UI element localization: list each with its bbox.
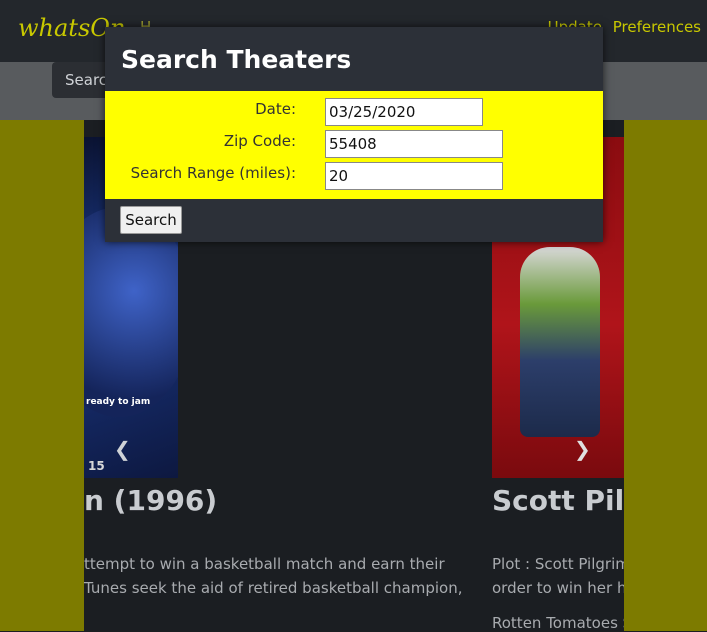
date-label: Date:	[255, 100, 296, 118]
movie-title-left: n (1996)	[84, 484, 218, 517]
left-side-panel	[0, 120, 84, 631]
movie-plot-right: Plot : Scott Pilgrim order to win her he	[492, 552, 624, 600]
zip-code-input[interactable]	[325, 130, 503, 158]
zip-code-label: Zip Code:	[223, 132, 296, 150]
search-form: Date: Zip Code: Search Range (miles):	[105, 91, 603, 199]
search-theaters-modal: Search Theaters Date: Zip Code: Search R…	[105, 27, 603, 242]
rotten-tomatoes-score: Rotten Tomatoes S	[492, 614, 624, 632]
modal-title: Search Theaters	[121, 45, 352, 74]
movie-title-right: Scott Pilgrim	[492, 484, 624, 517]
chevron-right-icon[interactable]: ❯	[574, 437, 591, 461]
search-range-label: Search Range (miles):	[130, 164, 296, 182]
plot-line: Plot : Scott Pilgrim	[492, 555, 624, 573]
nav-link-preferences[interactable]: Preferences	[613, 18, 701, 36]
date-input[interactable]	[325, 98, 483, 126]
chevron-left-icon[interactable]: ❮	[114, 437, 131, 461]
search-range-input[interactable]	[325, 162, 503, 190]
poster-guitarist-art	[520, 247, 600, 437]
poster-tagline: ready to jam	[86, 397, 151, 407]
search-button[interactable]: Search	[120, 206, 182, 234]
right-side-panel	[624, 120, 707, 631]
poster-number: 15	[88, 459, 105, 473]
plot-line: order to win her he	[492, 579, 624, 597]
